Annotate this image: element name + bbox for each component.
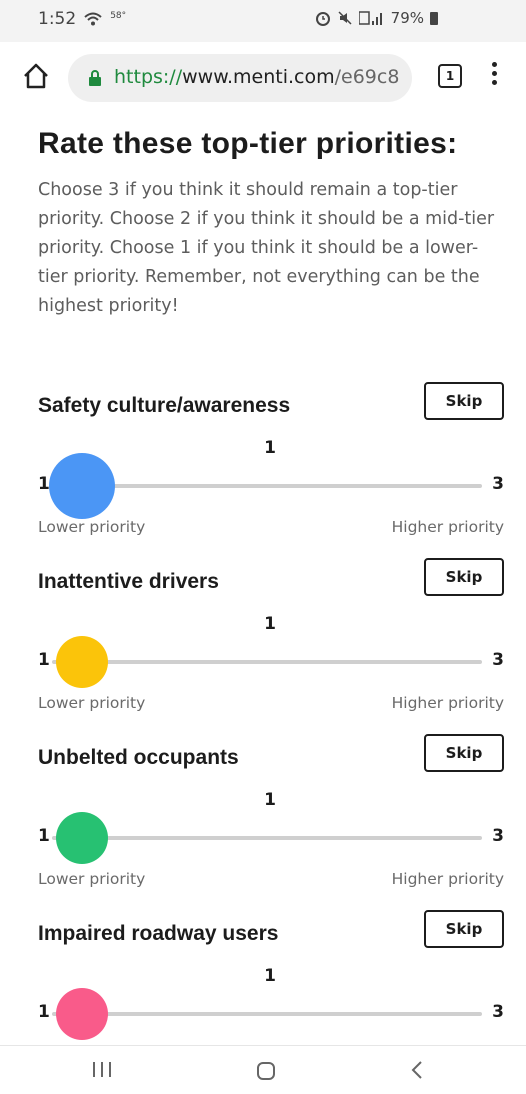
rating-item-unbelted-occupants: Unbelted occupants Skip 1 1 3 Lower prio…	[38, 734, 504, 918]
recent-apps-icon[interactable]	[93, 1062, 111, 1077]
battery-icon	[430, 11, 438, 25]
current-value: 1	[264, 438, 276, 458]
wifi-icon	[84, 12, 102, 26]
item-label: Unbelted occupants	[38, 746, 239, 769]
signal-icon	[358, 11, 382, 25]
skip-button[interactable]: Skip	[424, 382, 504, 420]
home-nav-icon[interactable]	[257, 1062, 275, 1080]
item-label: Safety culture/awareness	[38, 394, 291, 417]
rating-item-inattentive-drivers: Inattentive drivers Skip 1 1 3 Lower pri…	[38, 558, 504, 742]
lock-icon	[89, 70, 101, 86]
alarm-icon	[315, 12, 330, 26]
slider-max-label: 3	[492, 826, 504, 846]
rating-item-safety-culture: Safety culture/awareness Skip 1 1 3 Lowe…	[38, 382, 504, 566]
slider-thumb[interactable]	[49, 453, 115, 519]
lower-priority-caption: Lower priority	[38, 518, 146, 536]
item-label: Impaired roadway users	[38, 922, 279, 945]
slider-min-label: 1	[38, 650, 50, 670]
tabs-icon[interactable]: 1	[438, 64, 462, 88]
slider-max-label: 3	[492, 650, 504, 670]
mute-icon	[338, 11, 352, 25]
higher-priority-caption: Higher priority	[391, 870, 504, 888]
address-bar[interactable]: https://www.menti.com/e69c8	[68, 54, 412, 102]
item-label: Inattentive drivers	[38, 570, 219, 593]
slider-thumb[interactable]	[56, 636, 108, 688]
skip-button[interactable]: Skip	[424, 910, 504, 948]
slider-max-label: 3	[492, 1002, 504, 1022]
status-temperature: 58°	[110, 11, 127, 21]
back-icon[interactable]	[410, 1060, 424, 1080]
poll-content: Rate these top-tier priorities: Choose 3…	[38, 116, 504, 321]
browser-toolbar: https://www.menti.com/e69c8 1	[0, 42, 526, 116]
status-time: 1:52	[38, 9, 77, 29]
page-title: Rate these top-tier priorities:	[38, 127, 458, 160]
url-host: www.menti.com	[182, 66, 335, 88]
home-icon[interactable]	[22, 62, 50, 90]
slider-track[interactable]	[52, 836, 482, 840]
lower-priority-caption: Lower priority	[38, 870, 146, 888]
slider-thumb[interactable]	[56, 812, 108, 864]
slider-track[interactable]	[52, 1012, 482, 1016]
lower-priority-caption: Lower priority	[38, 694, 146, 712]
higher-priority-caption: Higher priority	[391, 694, 504, 712]
slider-min-label: 1	[38, 826, 50, 846]
slider-min-label: 1	[38, 1002, 50, 1022]
status-left: 1:52 58°	[38, 9, 126, 29]
slider-track[interactable]	[52, 484, 482, 488]
menu-icon[interactable]	[492, 62, 498, 90]
status-bar: 1:52 58° 79%	[0, 0, 526, 42]
android-nav-bar	[0, 1045, 526, 1092]
url-scheme: https://	[114, 66, 183, 88]
slider-thumb[interactable]	[56, 988, 108, 1040]
instructions: Choose 3 if you think it should remain a…	[38, 180, 495, 316]
current-value: 1	[264, 966, 276, 986]
skip-button[interactable]: Skip	[424, 734, 504, 772]
current-value: 1	[264, 614, 276, 634]
higher-priority-caption: Higher priority	[391, 518, 504, 536]
current-value: 1	[264, 790, 276, 810]
skip-button[interactable]: Skip	[424, 558, 504, 596]
slider-track[interactable]	[52, 660, 482, 664]
status-right: 79%	[315, 9, 438, 27]
url-path: /e69c8	[334, 66, 400, 88]
url-text: https://www.menti.com/e69c8	[114, 66, 399, 88]
slider-max-label: 3	[492, 474, 504, 494]
battery-percent: 79%	[390, 9, 424, 27]
